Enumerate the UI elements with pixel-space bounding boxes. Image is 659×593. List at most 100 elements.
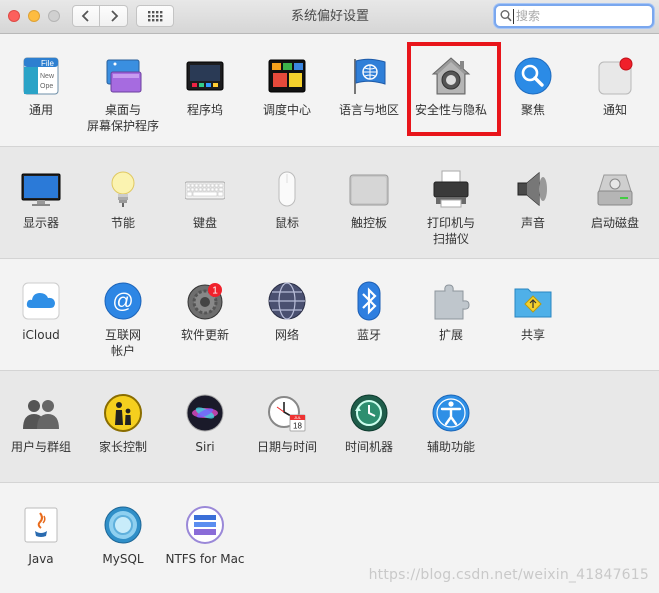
back-button[interactable] — [72, 5, 100, 27]
pref-energy-saver[interactable]: 节能 — [82, 147, 164, 247]
pref-keyboard[interactable]: 键盘 — [164, 147, 246, 247]
startup-disk-icon — [597, 174, 633, 206]
network-icon — [268, 282, 306, 320]
pref-general[interactable]: File New Ope 通用 — [0, 34, 82, 134]
zoom-button[interactable] — [48, 10, 60, 22]
pref-label: 日期与时间 — [256, 440, 317, 454]
energy-saver-icon — [111, 171, 135, 207]
java-icon — [24, 507, 58, 543]
pref-printers-scanners[interactable]: 打印机与 扫描仪 — [410, 147, 492, 247]
extensions-icon — [434, 284, 470, 320]
pref-sound[interactable]: 声音 — [492, 147, 574, 247]
pref-label: 打印机与 扫描仪 — [426, 216, 475, 246]
update-badge: 1 — [212, 286, 218, 297]
forward-button[interactable] — [100, 5, 128, 27]
pref-label: 共享 — [520, 328, 545, 342]
pref-users-groups[interactable]: 用户与群组 — [0, 371, 82, 471]
pref-desktop-screensaver[interactable]: 桌面与 屏幕保护程序 — [82, 34, 164, 134]
pref-time-machine[interactable]: 时间机器 — [328, 371, 410, 471]
show-all-button[interactable] — [136, 5, 174, 27]
pref-label: 软件更新 — [180, 328, 229, 342]
window-title: 系统偏好设置 — [290, 9, 369, 24]
pref-software-update[interactable]: 1 软件更新 — [164, 259, 246, 359]
pref-label: 家长控制 — [98, 440, 147, 454]
search-placeholder: 搜索 — [516, 9, 541, 23]
pref-parental-controls[interactable]: 家长控制 — [82, 371, 164, 471]
pref-label: 扩展 — [438, 328, 463, 342]
watermark: https://blog.csdn.net/weixin_41847615 — [368, 567, 649, 583]
pref-label: 网络 — [274, 328, 299, 342]
sound-icon — [517, 171, 547, 207]
general-icon-text-open: Ope — [40, 83, 53, 90]
pref-label: 键盘 — [192, 216, 217, 230]
search-input[interactable]: 搜索 — [494, 4, 654, 28]
pref-label: Java — [28, 552, 54, 566]
pref-label: 触控板 — [350, 216, 387, 230]
internet-accounts-icon: @ — [104, 282, 142, 320]
text-cursor — [513, 9, 514, 24]
accessibility-icon — [432, 394, 470, 432]
pref-extensions[interactable]: 扩展 — [410, 259, 492, 359]
search-icon — [500, 10, 512, 22]
language-region-icon — [354, 58, 386, 94]
general-icon: File New Ope — [23, 57, 59, 95]
minimize-button[interactable] — [28, 10, 40, 22]
calendar-day: 18 — [293, 422, 302, 431]
section-system: 用户与群组 家长控制 Siri JUL 18 日期与时间 时间机器 辅助功能 — [0, 371, 659, 483]
pref-startup-disk[interactable]: 启动磁盘 — [574, 147, 656, 247]
pref-label: NTFS for Mac — [165, 552, 245, 566]
pref-ntfs-for-mac[interactable]: NTFS for Mac — [164, 483, 246, 583]
pref-label: 语言与地区 — [338, 103, 399, 117]
pref-spotlight[interactable]: 聚焦 — [492, 34, 574, 134]
software-update-icon: 1 — [187, 283, 223, 320]
pref-internet-accounts[interactable]: @ 互联网 帐户 — [82, 259, 164, 359]
spotlight-icon — [514, 57, 552, 95]
section-other: Java MySQL NTFS for Mac https://blog.csd… — [0, 483, 659, 593]
section-personal: File New Ope 通用 桌面与 屏幕保护程序 程序坞 调度中心 语言与地… — [0, 34, 659, 147]
pref-label: 辅助功能 — [426, 440, 475, 454]
pref-label: 调度中心 — [262, 103, 311, 117]
pref-displays[interactable]: 显示器 — [0, 147, 82, 247]
pref-trackpad[interactable]: 触控板 — [328, 147, 410, 247]
pref-label: 启动磁盘 — [590, 216, 639, 230]
pref-sharing[interactable]: 共享 — [492, 259, 574, 359]
pref-network[interactable]: 网络 — [246, 259, 328, 359]
pref-label: 桌面与 屏幕保护程序 — [86, 103, 159, 133]
calendar-month: JUL — [294, 415, 302, 420]
date-time-icon: JUL 18 — [268, 396, 306, 432]
pref-mouse[interactable]: 鼠标 — [246, 147, 328, 247]
ntfs-for-mac-icon — [186, 506, 224, 544]
highlight-box — [407, 42, 501, 136]
pref-label: 节能 — [110, 216, 135, 230]
general-icon-text-file: File — [41, 59, 54, 68]
pref-notifications[interactable]: 通知 — [574, 34, 656, 134]
pref-mysql[interactable]: MySQL — [82, 483, 164, 583]
time-machine-icon — [350, 394, 388, 432]
pref-date-time[interactable]: JUL 18 日期与时间 — [246, 371, 328, 471]
section-internet-wireless: iCloud @ 互联网 帐户 1 软件更新 网络 蓝牙 扩展 共享 — [0, 259, 659, 371]
icloud-icon — [22, 282, 60, 320]
parental-controls-icon — [104, 394, 142, 432]
displays-icon — [21, 173, 61, 206]
pref-siri[interactable]: Siri — [164, 371, 246, 471]
mission-control-icon — [268, 59, 306, 93]
pref-language-region[interactable]: 语言与地区 — [328, 34, 410, 134]
pref-mission-control[interactable]: 调度中心 — [246, 34, 328, 134]
pref-label: 蓝牙 — [356, 328, 381, 342]
pref-icloud[interactable]: iCloud — [0, 259, 82, 359]
keyboard-icon — [185, 181, 225, 200]
pref-java[interactable]: Java — [0, 483, 82, 583]
trackpad-icon — [349, 174, 389, 206]
dock-icon — [186, 61, 224, 91]
pref-label: 互联网 帐户 — [104, 328, 141, 358]
pref-label: Siri — [195, 440, 215, 454]
pref-label: 时间机器 — [344, 440, 393, 454]
notifications-icon — [598, 57, 633, 95]
pref-label: 通用 — [28, 103, 53, 117]
pref-accessibility[interactable]: 辅助功能 — [410, 371, 492, 471]
pref-dock[interactable]: 程序坞 — [164, 34, 246, 134]
sharing-icon — [514, 288, 552, 318]
general-icon-text-new: New — [40, 73, 55, 80]
pref-bluetooth[interactable]: 蓝牙 — [328, 259, 410, 359]
close-button[interactable] — [8, 10, 20, 22]
